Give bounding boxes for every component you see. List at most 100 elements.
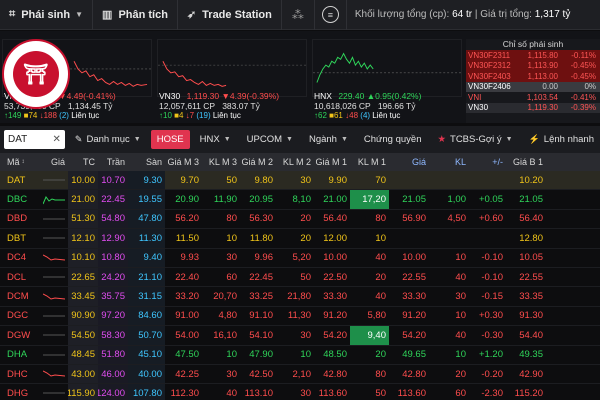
sparkline [40, 229, 68, 247]
table-row[interactable]: DHG 115.90 124.00 107.80 112.30 40 113.10 30 113… [0, 384, 600, 400]
ceiling-price: 97.20 [98, 306, 128, 326]
table-row[interactable]: DGW 54.50 58.30 50.70 54.00 16,10 54.10 30 54.20… [0, 326, 600, 346]
lightning-icon: ⚡ [528, 134, 540, 144]
nav-trade-station[interactable]: ➶ Trade Station [178, 0, 282, 30]
derivative-row[interactable]: VN30F2312 1,113.90 -0.45% [466, 60, 600, 71]
index-hnx[interactable]: HNX 229.40 ▲0.95(0.42%) 10,618,026 CP 19… [312, 39, 462, 121]
ref-count: 74 [28, 111, 38, 120]
filter-nganh[interactable]: Ngành ▼ [303, 130, 354, 149]
ref-price: 21.00 [68, 190, 98, 209]
derivative-row[interactable]: VNI 1,103.54 -0.41% [466, 92, 600, 103]
index-change-value: 4.49(-0.41%) [66, 91, 116, 101]
bid2-price: 113.10 [244, 387, 273, 399]
bid3-price: 56.20 [175, 213, 199, 225]
match-price [389, 171, 429, 189]
ref-price: 33.45 [68, 287, 98, 306]
ask1-price: 91.30 [519, 310, 543, 322]
ref-price: 54.50 [68, 326, 98, 345]
menu-button[interactable]: ≡ [315, 0, 347, 30]
table-row[interactable]: DGC 90.90 97.20 84.60 91.00 4,80 91.10 11,30 91.… [0, 306, 600, 327]
bid3-price: 22.40 [175, 271, 199, 283]
bid1-price: 54.20 [323, 329, 347, 341]
header-ma[interactable]: Mã ↕ [0, 153, 40, 171]
stock-code: DCM [7, 291, 29, 303]
bid2-price: 11.80 [249, 232, 273, 244]
header-label: Giá M 3 [167, 157, 199, 167]
clear-icon[interactable]: ✕ [53, 134, 61, 145]
index-breadth: ↑10 ■4 ↓7 (19) Liên tục [159, 111, 241, 120]
match-price: 49.65 [402, 349, 426, 361]
volume-value: 64 tr [452, 9, 473, 20]
ask1-price: 12.80 [519, 232, 543, 244]
filter-hose[interactable]: HOSE [150, 130, 190, 149]
sparkline [40, 190, 68, 208]
ref-price: 51.30 [68, 209, 98, 229]
index-change: VN30 1,119.30 ▼4.39(-0.39%) [159, 91, 279, 101]
bid2-price: 54.10 [249, 329, 273, 341]
bid2-price: 9.96 [254, 252, 274, 264]
table-row[interactable]: DCM 33.45 35.75 31.15 33.20 20,70 33.25 21,80 33… [0, 287, 600, 307]
table-row[interactable]: DHA 48.45 51.80 45.10 47.50 10 47.90 10 48.50 20 4… [0, 345, 600, 365]
derivative-change: 0% [584, 82, 596, 92]
bid1-volume: 20 [375, 349, 386, 361]
filter-tcbs-goi-y[interactable]: ★ TCBS-Gợi ý ▼ [431, 130, 518, 149]
quick-order-button[interactable]: ⚡ Lệnh nhanh [523, 130, 600, 149]
bid1-volume: 17,20 [350, 190, 389, 209]
floor-price: 40.00 [128, 364, 165, 384]
nav-phan-tich[interactable]: ▥ Phân tích [93, 0, 178, 30]
table-row[interactable]: DBT 12.10 12.90 11.30 11.50 10 11.80 20 12.00 10 1… [0, 229, 600, 249]
index-name: VN30 [159, 91, 181, 101]
bar-chart-icon: ▥ [102, 9, 113, 21]
filter-chung-quyen[interactable]: Chứng quyền [358, 130, 428, 149]
ask1-price: 21.05 [519, 194, 543, 206]
bid2-volume: 20 [300, 213, 311, 225]
match-volume: 20 [455, 368, 466, 380]
filter-hnx[interactable]: HNX ▼ [194, 130, 237, 149]
sparkline [40, 210, 68, 228]
price-change: -0.20 [481, 368, 503, 380]
match-price: 91.20 [402, 310, 426, 322]
index-value-value: 196.66 Tỷ [377, 101, 416, 111]
table-row[interactable]: DBC 21.00 22.45 19.55 20.90 11,90 20.95 8,10 21.… [0, 190, 600, 210]
derivative-row[interactable]: VN30F2403 1,113.00 -0.45% [466, 71, 600, 82]
table-row[interactable]: DC4 10.10 10.80 9.40 9.93 30 9.96 5,20 10.00 40 10… [0, 248, 600, 268]
value-label: Giá trị tổng: [480, 9, 532, 20]
table-row[interactable]: DCL 22.65 24.20 21.10 22.40 60 22.45 50 22.50 20 2… [0, 267, 600, 288]
table-row[interactable]: DBD 51.30 54.80 47.80 56.20 80 56.30 20 56.40 80 5… [0, 209, 600, 230]
derivative-row[interactable]: VN30 1,119.30 -0.39% [466, 102, 600, 113]
nav-label: Phái sinh [21, 8, 71, 21]
bid3-volume: 30 [226, 368, 237, 380]
chevron-down-icon: ▼ [505, 136, 513, 143]
session-status: Liên tục [372, 111, 401, 120]
derivative-change: -0.41% [570, 92, 596, 102]
filter-upcom[interactable]: UPCOM ▼ [241, 130, 299, 149]
derivative-row[interactable]: VN30F2406 0.00 0% [466, 81, 600, 92]
bid2-price: 9.80 [254, 174, 274, 186]
floor-price: 21.10 [128, 267, 165, 287]
price-change [469, 229, 506, 247]
filter-label: Ngành [308, 134, 337, 145]
filter-label: HNX [199, 134, 220, 145]
more-apps-icon[interactable]: ⁂ [282, 0, 315, 30]
ceiling-price: 58.30 [98, 326, 128, 345]
table-header: Mã ↕ Giá TC Trần Sàn Giá M 3 KL M 3 Giá M… [0, 153, 600, 171]
table-row[interactable]: DAT 10.00 10.70 9.30 9.70 50 9.80 30 9.90 70 10.20 [0, 171, 600, 191]
match-price [389, 229, 429, 247]
derivative-name: VN30F2312 [468, 61, 511, 71]
derivative-change: -0.45% [570, 61, 596, 71]
ceiling-price: 124.00 [98, 384, 128, 400]
filter-danh-muc[interactable]: ✎ Danh mục ▼ [69, 130, 147, 149]
index-vn30[interactable]: VN30 1,119.30 ▼4.39(-0.39%) 12,057,611 C… [157, 39, 307, 121]
nav-phai-sinh[interactable]: ⌗ Phái sinh ▼ [0, 0, 94, 30]
index-value: 229.40 [338, 91, 365, 101]
index-change: HNX 229.40 ▲0.95(0.42%) [314, 91, 421, 101]
derivative-row[interactable]: VN30F2311 1,115.80 -0.11% [466, 50, 600, 61]
match-price: 113.60 [397, 387, 426, 399]
table-row[interactable]: DHC 43.00 46.00 40.00 42.25 30 42.50 2,10 42.80 8… [0, 364, 600, 385]
symbol-search-input[interactable]: DAT ✕ [4, 130, 65, 149]
header-label: Giá B 1 [512, 157, 543, 167]
floor-price: 11.30 [128, 229, 165, 248]
ask1-price: 54.40 [519, 329, 543, 341]
sparkline [40, 307, 68, 325]
ask1-price: 22.55 [519, 271, 543, 283]
